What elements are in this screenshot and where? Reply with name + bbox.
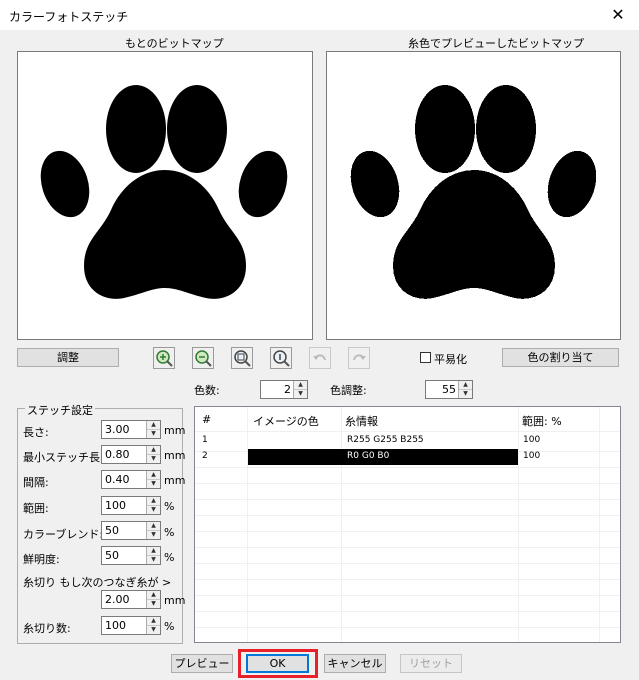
- min-stitch-unit: mm: [164, 449, 186, 462]
- original-bitmap-panel: [17, 51, 313, 340]
- range-value: 100: [523, 435, 541, 445]
- assign-colors-button[interactable]: 色の割り当て: [502, 348, 619, 367]
- min-stitch-arrows[interactable]: ▲ ▼: [146, 446, 160, 463]
- color-count-value: 2: [284, 383, 291, 396]
- trim-count-arrows[interactable]: ▲ ▼: [146, 617, 160, 634]
- zoom-actual-button[interactable]: [270, 347, 292, 369]
- window-title: カラーフォトステッチ: [9, 10, 129, 24]
- original-paw-image: [40, 85, 288, 299]
- flatten-checkbox[interactable]: [420, 352, 431, 363]
- adjust-button[interactable]: 調整: [17, 348, 119, 367]
- flatten-label: 平易化: [434, 353, 467, 366]
- color-blend-unit: %: [164, 526, 175, 539]
- cancel-button[interactable]: キャンセル: [324, 654, 386, 673]
- preview-bitmap-label: 糸色でプレビューしたビットマップ: [408, 37, 584, 50]
- length-spinner[interactable]: 3.00 ▲ ▼: [101, 420, 161, 439]
- row-number: 1: [202, 435, 208, 445]
- zoom-out-icon: [195, 350, 212, 367]
- min-stitch-spinner[interactable]: 0.80 ▲ ▼: [101, 445, 161, 464]
- trim-label: 糸切り もし次のつなぎ糸が >: [23, 576, 172, 589]
- redo-button[interactable]: [348, 347, 370, 369]
- spacing-value: 0.40: [105, 473, 130, 486]
- sharpness-label: 鮮明度:: [23, 553, 60, 566]
- length-arrows[interactable]: ▲ ▼: [146, 421, 160, 438]
- redo-icon: [353, 354, 366, 361]
- col-header-image-color[interactable]: イメージの色: [253, 413, 319, 429]
- stitch-settings-title: ステッチ設定: [25, 402, 95, 418]
- zoom-fit-icon: [234, 350, 251, 367]
- table-row[interactable]: 1 R255 G255 B255 100: [195, 433, 620, 449]
- trim-value: 2.00: [105, 593, 130, 606]
- min-stitch-label: 最小ステッチ長:: [23, 451, 104, 464]
- color-blend-value: 50: [105, 524, 119, 537]
- color-count-arrows[interactable]: ▲ ▼: [293, 381, 307, 398]
- col-header-number[interactable]: #: [202, 413, 211, 426]
- color-swatch: [248, 433, 341, 449]
- range-unit: %: [164, 500, 175, 513]
- spacing-arrows[interactable]: ▲ ▼: [146, 471, 160, 488]
- zoom-actual-icon: [273, 350, 290, 367]
- thread-info: R0 G0 B0: [347, 451, 390, 461]
- spacing-label: 間隔:: [23, 476, 49, 489]
- range-spinner[interactable]: 100 ▲ ▼: [101, 496, 161, 515]
- length-label: 長さ:: [23, 426, 49, 439]
- trim-count-value: 100: [105, 619, 126, 632]
- color-blend-spinner[interactable]: 50 ▲ ▼: [101, 521, 161, 540]
- range-value: 100: [105, 499, 126, 512]
- trim-arrows[interactable]: ▲ ▼: [146, 591, 160, 608]
- trim-spinner[interactable]: 2.00 ▲ ▼: [101, 590, 161, 609]
- length-value: 3.00: [105, 423, 130, 436]
- trim-unit: mm: [164, 594, 186, 607]
- preview-paw-image: [350, 85, 597, 299]
- color-blend-arrows[interactable]: ▲ ▼: [146, 522, 160, 539]
- ok-button[interactable]: OK: [246, 654, 309, 673]
- original-bitmap-label: もとのビットマップ: [125, 37, 224, 50]
- range-value: 100: [523, 451, 541, 461]
- color-blend-label: カラーブレンド:: [23, 528, 104, 541]
- color-adjust-label: 色調整:: [330, 384, 367, 397]
- sharpness-unit: %: [164, 551, 175, 564]
- preview-bitmap-panel: [326, 51, 621, 340]
- zoom-fit-button[interactable]: [231, 347, 253, 369]
- row-number: 2: [202, 451, 208, 461]
- sharpness-value: 50: [105, 549, 119, 562]
- color-count-spinner[interactable]: 2 ▲ ▼: [260, 380, 308, 399]
- color-adjust-arrows[interactable]: ▲ ▼: [458, 381, 472, 398]
- color-adjust-value: 55: [442, 383, 456, 396]
- trim-count-unit: %: [164, 620, 175, 633]
- reset-button[interactable]: リセット: [400, 654, 462, 673]
- thread-info: R255 G255 B255: [347, 435, 424, 445]
- undo-icon: [313, 354, 326, 361]
- trim-count-label: 糸切り数:: [23, 622, 71, 635]
- min-stitch-value: 0.80: [105, 448, 130, 461]
- length-unit: mm: [164, 424, 186, 437]
- close-button[interactable]: ✕: [604, 2, 632, 28]
- trim-count-spinner[interactable]: 100 ▲ ▼: [101, 616, 161, 635]
- range-arrows[interactable]: ▲ ▼: [146, 497, 160, 514]
- preview-button[interactable]: プレビュー: [171, 654, 233, 673]
- undo-button[interactable]: [309, 347, 331, 369]
- color-table[interactable]: # イメージの色 糸情報 範囲: % 1 R255 G255 B255 100 …: [194, 406, 621, 643]
- col-header-thread-info[interactable]: 糸情報: [345, 413, 378, 429]
- sharpness-arrows[interactable]: ▲ ▼: [146, 547, 160, 564]
- zoom-in-button[interactable]: [153, 347, 175, 369]
- spacing-spinner[interactable]: 0.40 ▲ ▼: [101, 470, 161, 489]
- color-adjust-spinner[interactable]: 55 ▲ ▼: [425, 380, 473, 399]
- zoom-out-button[interactable]: [192, 347, 214, 369]
- sharpness-spinner[interactable]: 50 ▲ ▼: [101, 546, 161, 565]
- col-header-range[interactable]: 範囲: %: [522, 413, 562, 429]
- color-count-label: 色数:: [194, 384, 220, 397]
- table-row[interactable]: 2 R0 G0 B0 100: [195, 449, 620, 465]
- range-label: 範囲:: [23, 502, 49, 515]
- spacing-unit: mm: [164, 474, 186, 487]
- zoom-in-icon: [156, 350, 173, 367]
